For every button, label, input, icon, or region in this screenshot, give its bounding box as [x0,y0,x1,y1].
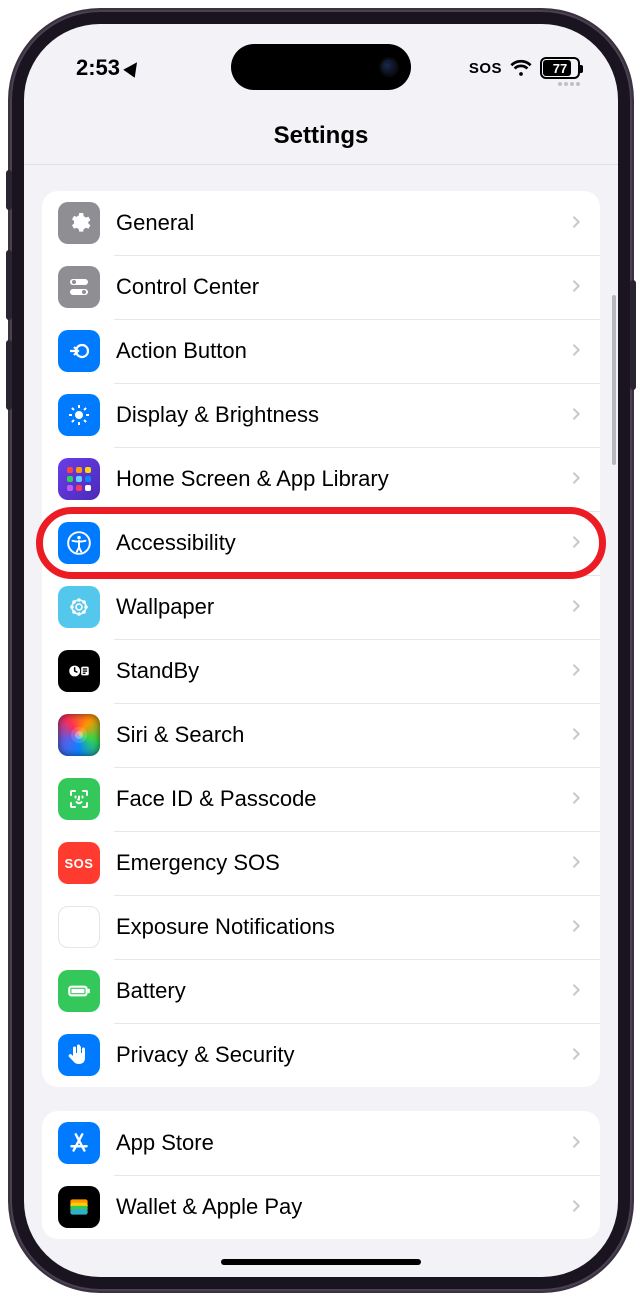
battery-icon [58,970,100,1012]
hand-icon [58,1034,100,1076]
location-icon [123,58,142,77]
chevron-right-icon [568,209,584,237]
toggles-icon [58,266,100,308]
appstore-icon [58,1122,100,1164]
settings-row-display-brightness[interactable]: Display & Brightness [42,383,600,447]
wallet-icon [58,1186,100,1228]
device-frame: 2:53 SOS 77 Settings General Control Cent… [10,10,632,1291]
front-camera [381,59,397,75]
settings-row-action-button[interactable]: Action Button [42,319,600,383]
settings-row-label: App Store [116,1130,568,1156]
sos-indicator: SOS [469,60,502,77]
settings-row-label: Battery [116,978,568,1004]
settings-row-label: General [116,210,568,236]
settings-row-label: Emergency SOS [116,850,568,876]
exposure-icon [58,906,100,948]
brightness-icon [58,394,100,436]
settings-row-label: StandBy [116,658,568,684]
signal-dots [558,82,580,86]
settings-row-face-id[interactable]: Face ID & Passcode [42,767,600,831]
settings-row-label: Face ID & Passcode [116,786,568,812]
settings-row-label: Privacy & Security [116,1042,568,1068]
settings-row-label: Wallpaper [116,594,568,620]
sos-icon: SOS [58,842,100,884]
accessibility-icon [58,522,100,564]
settings-row-label: Wallet & Apple Pay [116,1194,568,1220]
settings-group-main: General Control Center Action Button Displa… [42,191,600,1087]
power-button [630,280,636,390]
chevron-right-icon [568,273,584,301]
chevron-right-icon [568,465,584,493]
gear-icon [58,202,100,244]
status-time: 2:53 [76,55,120,81]
page-title: Settings [24,94,618,165]
settings-row-control-center[interactable]: Control Center [42,255,600,319]
settings-row-battery[interactable]: Battery [42,959,600,1023]
settings-row-label: Home Screen & App Library [116,466,568,492]
settings-row-app-store[interactable]: App Store [42,1111,600,1175]
settings-row-label: Siri & Search [116,722,568,748]
wifi-icon [510,57,532,79]
settings-group-store: App Store Wallet & Apple Pay [42,1111,600,1239]
settings-scroll[interactable]: General Control Center Action Button Displa… [24,165,618,1277]
home-grid-icon [58,458,100,500]
chevron-right-icon [568,593,584,621]
screen: 2:53 SOS 77 Settings General Control Cent… [24,24,618,1277]
settings-row-wallpaper[interactable]: Wallpaper [42,575,600,639]
silence-switch [6,170,12,210]
settings-row-siri-search[interactable]: Siri & Search [42,703,600,767]
faceid-icon [58,778,100,820]
chevron-right-icon [568,721,584,749]
settings-row-label: Control Center [116,274,568,300]
chevron-right-icon [568,529,584,557]
settings-row-exposure[interactable]: Exposure Notifications [42,895,600,959]
chevron-right-icon [568,849,584,877]
chevron-right-icon [568,1129,584,1157]
settings-row-emergency-sos[interactable]: SOS Emergency SOS [42,831,600,895]
battery-indicator: 77 [540,57,580,79]
chevron-right-icon [568,401,584,429]
settings-row-general[interactable]: General [42,191,600,255]
chevron-right-icon [568,1041,584,1069]
settings-row-privacy[interactable]: Privacy & Security [42,1023,600,1087]
action-icon [58,330,100,372]
volume-up-button [6,250,12,320]
settings-row-wallet[interactable]: Wallet & Apple Pay [42,1175,600,1239]
settings-row-standby[interactable]: StandBy [42,639,600,703]
settings-row-label: Display & Brightness [116,402,568,428]
standby-icon [58,650,100,692]
settings-row-label: Accessibility [116,530,568,556]
siri-icon [58,714,100,756]
chevron-right-icon [568,913,584,941]
chevron-right-icon [568,785,584,813]
chevron-right-icon [568,337,584,365]
chevron-right-icon [568,977,584,1005]
settings-row-label: Exposure Notifications [116,914,568,940]
volume-down-button [6,340,12,410]
home-indicator[interactable] [221,1259,421,1265]
scrollbar-thumb[interactable] [612,295,616,465]
settings-row-label: Action Button [116,338,568,364]
wallpaper-icon [58,586,100,628]
settings-row-accessibility[interactable]: Accessibility [42,511,600,575]
dynamic-island [231,44,411,90]
settings-row-home-screen[interactable]: Home Screen & App Library [42,447,600,511]
chevron-right-icon [568,657,584,685]
chevron-right-icon [568,1193,584,1221]
